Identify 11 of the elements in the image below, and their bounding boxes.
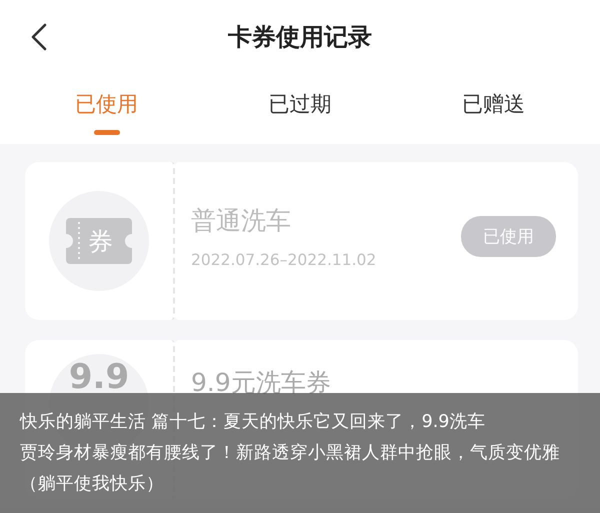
coupon-name: 普通洗车 [191,204,292,236]
article-caption: 快乐的躺平生活 篇十七：夏天的快乐它又回来了，9.9洗车 [20,410,486,434]
ticket-icon: 券 [66,218,132,264]
validity-dates: 2022.07.26–2022.11.02 [191,250,378,268]
tab[interactable]: 已过期 [268,90,332,118]
tab-indicator [94,130,120,135]
article-caption: 贾玲身材暴瘦都有腰线了！新路透穿小黑裙人群中抢眼，气质变优雅（躺平使我快乐） [20,442,561,496]
coupon-name: 9.9元洗车券 [191,370,332,395]
tab[interactable]: 已赠送 [462,90,525,118]
page-title: 卡券使用记录 [228,22,372,53]
coupon-amount: 9.9 [68,360,130,394]
